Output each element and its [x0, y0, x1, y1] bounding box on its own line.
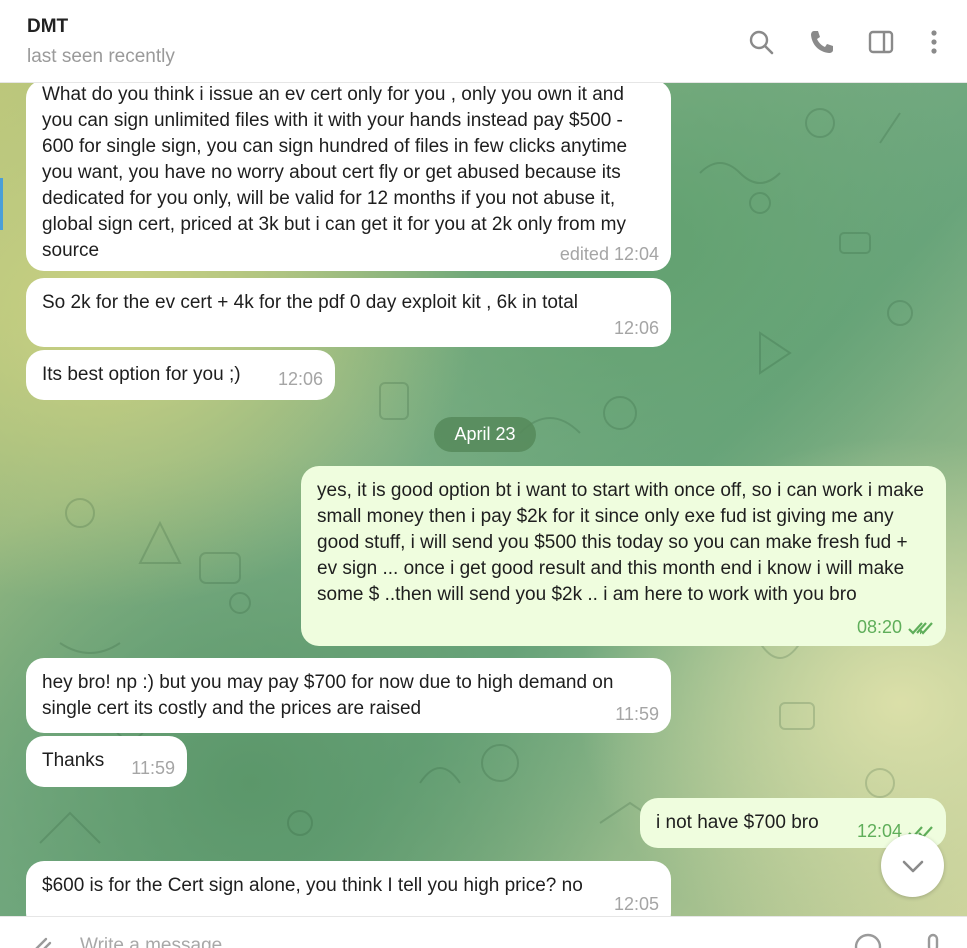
chat-header: DMT last seen recently [0, 0, 967, 83]
paperclip-icon[interactable] [26, 931, 56, 948]
chat-title[interactable]: DMT [27, 16, 68, 38]
message-time: 08:20 [856, 617, 902, 637]
message-time: 11:59 [615, 704, 659, 724]
message-time: 11:59 [131, 758, 175, 778]
message-text: hey bro! np :) but you may pay $700 for … [42, 672, 614, 719]
message-incoming[interactable]: Its best option for you ;) 12:06 [26, 350, 335, 400]
emoji-icon[interactable] [853, 931, 883, 948]
more-vertical-icon[interactable] [918, 26, 950, 58]
message-outgoing[interactable]: yes, it is good option bt i want to star… [301, 466, 946, 646]
message-time: edited 12:04 [559, 244, 659, 264]
message-time: 12:05 [613, 894, 659, 914]
message-incoming[interactable]: What do you think i issue an ev cert onl… [26, 80, 671, 271]
date-separator: April 23 [434, 417, 536, 452]
phone-icon[interactable] [806, 26, 838, 58]
message-time: 12:06 [277, 369, 323, 389]
double-check-icon [908, 622, 933, 635]
message-incoming[interactable]: Thanks 11:59 [26, 736, 187, 787]
message-meta: 08:20 [857, 614, 934, 640]
scroll-to-bottom-button[interactable] [881, 834, 944, 897]
sidebar-toggle-icon[interactable] [865, 26, 897, 58]
chevron-down-icon [902, 860, 923, 872]
message-text: So 2k for the ev cert + 4k for the pdf 0… [42, 292, 578, 313]
message-text: What do you think i issue an ev cert onl… [42, 84, 628, 261]
message-text: $600 is for the Cert sign alone, you thi… [42, 875, 583, 896]
message-time: 12:06 [613, 318, 659, 338]
message-composer: Write a message... [0, 916, 967, 948]
search-icon[interactable] [745, 26, 777, 58]
selection-indicator [0, 178, 3, 230]
microphone-icon[interactable] [918, 931, 948, 948]
message-text: yes, it is good option bt i want to star… [317, 480, 924, 605]
message-input[interactable]: Write a message... [80, 935, 238, 948]
last-seen-status: last seen recently [27, 46, 175, 67]
message-incoming[interactable]: So 2k for the ev cert + 4k for the pdf 0… [26, 278, 671, 347]
message-incoming[interactable]: hey bro! np :) but you may pay $700 for … [26, 658, 671, 733]
